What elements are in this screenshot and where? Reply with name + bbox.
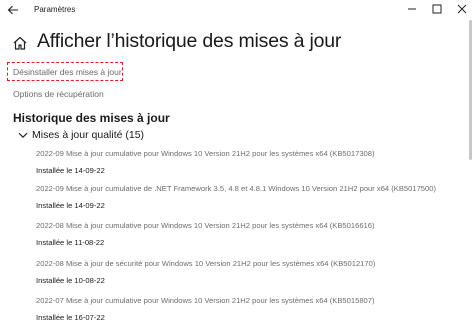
back-arrow-icon[interactable] <box>6 3 20 17</box>
maximize-icon[interactable] <box>429 2 445 16</box>
update-install-date: Installée le 14-09-22 <box>36 166 105 175</box>
update-link[interactable]: 2022-09 Mise à jour cumulative de .NET F… <box>36 184 456 194</box>
update-link[interactable]: 2022-07 Mise à jour cumulative pour Wind… <box>36 296 456 306</box>
minimize-icon[interactable] <box>404 2 420 16</box>
update-item: 2022-09 Mise à jour cumulative pour Wind… <box>36 149 456 176</box>
group-label: Mises à jour qualité (15) <box>32 129 145 141</box>
recovery-options-link[interactable]: Options de récupération <box>13 89 104 99</box>
update-link[interactable]: 2022-08 Mise à jour de sécurité pour Win… <box>36 259 456 269</box>
update-item: 2022-07 Mise à jour cumulative pour Wind… <box>36 296 456 323</box>
update-item: 2022-09 Mise à jour cumulative de .NET F… <box>36 184 456 211</box>
update-link[interactable]: 2022-08 Mise à jour cumulative pour Wind… <box>36 221 456 231</box>
chevron-down-icon <box>18 130 28 140</box>
page-title: Afficher l’historique des mises à jour <box>37 30 342 52</box>
update-history-heading: Historique des mises à jour <box>13 111 170 125</box>
window-title: Paramètres <box>34 5 76 14</box>
scrollbar[interactable] <box>469 20 472 160</box>
update-install-date: Installée le 16-07-22 <box>36 313 105 322</box>
close-icon[interactable] <box>454 2 470 16</box>
update-install-date: Installée le 14-09-22 <box>36 201 105 210</box>
quality-updates-group[interactable]: Mises à jour qualité (15) <box>18 128 144 142</box>
update-install-date: Installée le 11-08-22 <box>36 238 105 247</box>
update-item: 2022-08 Mise à jour de sécurité pour Win… <box>36 259 456 286</box>
title-bar: Paramètres <box>0 0 474 20</box>
update-item: 2022-08 Mise à jour cumulative pour Wind… <box>36 221 456 248</box>
home-icon[interactable] <box>12 35 28 51</box>
highlight-box <box>7 62 123 81</box>
update-install-date: Installée le 10-08-22 <box>36 276 105 285</box>
update-link[interactable]: 2022-09 Mise à jour cumulative pour Wind… <box>36 149 456 159</box>
